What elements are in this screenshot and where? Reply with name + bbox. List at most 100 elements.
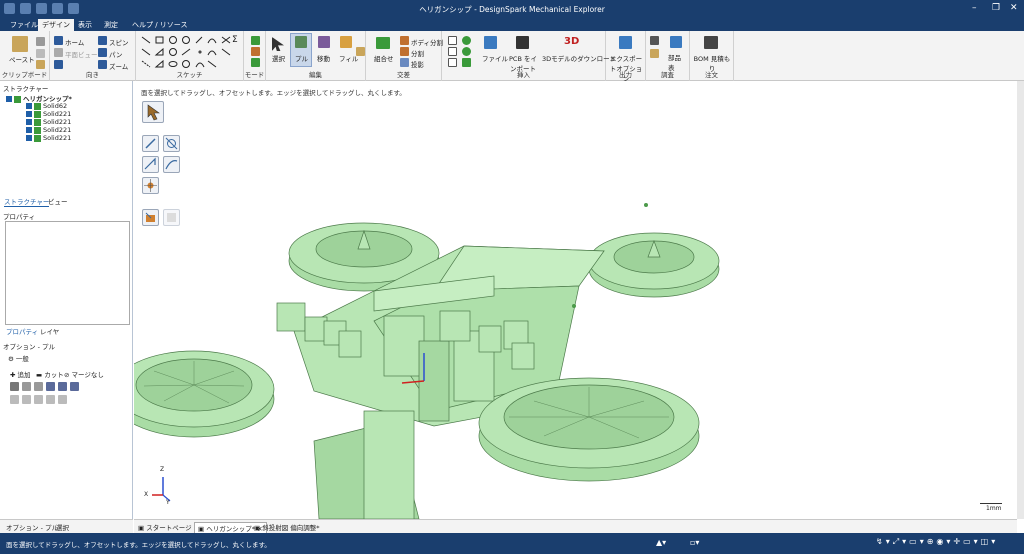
minimize-icon[interactable]: – [972,3,977,13]
tab-file[interactable]: ファイル [6,19,42,31]
tab-design[interactable]: デザイン [38,19,74,31]
zoom-icon[interactable] [98,60,107,69]
cylinder-icon[interactable] [462,36,471,45]
cut-icon[interactable] [36,37,45,46]
option-tool-icon[interactable] [70,382,79,391]
tree-item[interactable]: Solid221 [26,134,71,142]
select-button[interactable]: 選択 [272,53,285,63]
option-tool-icon[interactable] [22,395,31,404]
sphere-icon[interactable] [462,47,471,56]
option-tool-icon[interactable] [10,395,19,404]
spin-button[interactable]: スピン [109,37,129,47]
axis-icon[interactable] [448,47,457,56]
nomerge-label: マージなし [71,371,104,379]
checkbox-icon[interactable] [6,96,12,102]
option-tool-icon[interactable] [10,382,19,391]
cut-option[interactable]: ▬ カット [36,369,64,379]
tab-view[interactable]: 表示 [74,19,96,31]
option-tool-icon[interactable] [34,382,43,391]
combine-icon[interactable] [376,37,390,49]
3d-mode-icon[interactable] [251,58,260,67]
split-body-icon[interactable] [400,36,409,45]
view-cube-icon[interactable] [54,60,63,69]
option-tool-icon[interactable] [22,382,31,391]
cut-label: カット [44,371,64,379]
section-mode-icon[interactable] [251,47,260,56]
tab-structure[interactable]: ストラクチャー [4,196,50,207]
nomerge-option[interactable]: ⊘ マージなし [64,369,104,379]
tab-help[interactable]: ヘルプ / リソース [128,19,191,31]
close-icon[interactable]: ✕ [1010,3,1018,13]
tab-selection[interactable]: 選択 [56,522,69,532]
plane-view-icon[interactable] [54,48,63,57]
fill-icon[interactable] [340,36,352,48]
split-body-button[interactable]: ボディ分割 [411,37,443,47]
select-icon[interactable] [272,37,284,51]
pan-icon[interactable] [98,48,107,57]
group-sketch: Σ スケッチ [136,31,244,81]
tab-measure[interactable]: 測定 [100,19,122,31]
3d-viewport[interactable]: 面を選択してドラッグし、オフセットします。エッジを選択してドラッグし、丸くします… [134,81,1017,519]
combine-button[interactable]: 組合せ [374,53,394,63]
home-button[interactable]: ホーム [65,37,84,47]
warning-icon[interactable]: ▲▾ [656,538,666,547]
format-icon[interactable] [36,60,45,69]
restore-icon[interactable]: ❐ [992,3,1000,13]
document-tabs: ▣ スタートページ ▣ ヘリガンシップ* ✕ ▣ 斜投射図 偏向調整* [134,519,1017,534]
error-icon[interactable]: ▫▾ [690,538,699,547]
copy-icon[interactable] [36,49,45,58]
sum-icon[interactable]: Σ [232,35,238,45]
home-icon[interactable] [54,36,63,45]
pan-button[interactable]: パン [109,49,122,59]
file-icon[interactable] [484,36,497,49]
tab-properties[interactable]: プロパティ [6,326,38,336]
split-button[interactable]: 分割 [411,48,424,58]
project-icon[interactable] [400,58,409,67]
measure-icon[interactable] [650,36,659,45]
move-icon[interactable] [318,36,330,48]
pcb-icon[interactable] [516,36,529,49]
box-icon[interactable] [462,58,471,67]
paste-icon[interactable] [12,36,28,52]
plane-icon[interactable] [448,36,457,45]
plane-view-button[interactable]: 平面ビュー [65,49,98,59]
view-controls-icon[interactable]: ↯▾⤢▾▭▾⊕◉▾✛▭▾◫▾ [876,537,998,547]
project-button[interactable]: 投影 [411,59,424,69]
tree-item[interactable]: Solid221 [26,110,71,118]
mass-icon[interactable] [650,49,659,58]
move-button[interactable]: 移動 [317,53,330,63]
add-option[interactable]: ✚ 追加 [10,369,31,379]
spin-icon[interactable] [98,36,107,45]
tab-oblique[interactable]: ▣ 斜投射図 偏向調整* [254,522,320,532]
bom-icon[interactable] [670,36,682,48]
options-header: オプション - プル [3,343,55,351]
cart-icon[interactable] [704,36,718,49]
tab-start-page[interactable]: ▣ スタートページ [138,522,192,532]
tree-item[interactable]: Solid221 [26,118,71,126]
paste-button[interactable]: ペースト [9,54,35,64]
option-tool-icon[interactable] [46,382,55,391]
pull-icon[interactable] [295,36,307,48]
option-tool-icon[interactable] [34,395,43,404]
tree-item[interactable]: Solid62 [26,102,67,110]
option-tool-icon[interactable] [58,395,67,404]
replace-icon[interactable] [356,47,365,56]
pull-button[interactable]: プル [295,53,308,63]
split-icon[interactable] [400,47,409,56]
3d-download-icon[interactable]: 3D [564,36,579,47]
tree-item[interactable]: Solid221 [26,126,71,134]
tab-options-pull[interactable]: オプション - プル [6,522,58,532]
option-icon-row [10,382,79,391]
gunship-model[interactable] [134,81,1017,519]
viewport-scrollbar[interactable] [1017,81,1024,519]
option-tool-icon[interactable] [58,382,67,391]
option-tool-icon[interactable] [46,395,55,404]
tab-layers[interactable]: レイヤ [40,326,59,336]
origin-icon[interactable] [448,58,457,67]
export-icon[interactable] [619,36,632,49]
solid-icon [34,118,41,126]
sketch-tools-icon[interactable] [136,35,244,71]
tab-view-panel[interactable]: ビュー [48,196,68,206]
sketch-mode-icon[interactable] [251,36,260,45]
insert-file-button[interactable]: ファイル [482,53,508,63]
